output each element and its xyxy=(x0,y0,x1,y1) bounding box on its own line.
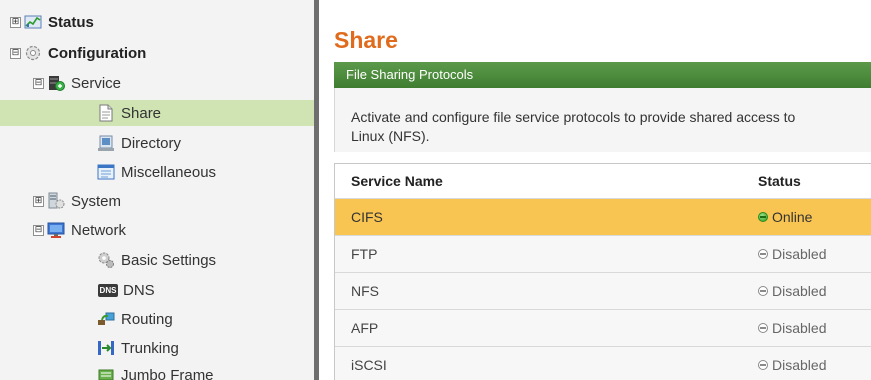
disabled-status-icon xyxy=(758,249,768,259)
table-row[interactable]: iSCSI Disabled xyxy=(335,347,871,380)
routing-icon xyxy=(97,310,115,328)
tree-item-dns[interactable]: DNS DNS xyxy=(0,277,314,303)
expand-toggle-status[interactable]: ⊞ xyxy=(10,17,21,28)
tree-item-trunking[interactable]: Trunking xyxy=(0,335,314,361)
tree-item-basic-settings[interactable]: Basic Settings xyxy=(0,247,314,273)
document-icon xyxy=(97,104,115,122)
tree-item-jumbo-frame[interactable]: Jumbo Frame xyxy=(0,362,314,380)
tree-item-service[interactable]: ⊟ Service xyxy=(0,70,314,96)
navigation-tree: ⊞ Status ⊟ Configuration ⊟ Service Share… xyxy=(0,0,314,380)
service-name-cell: iSCSI xyxy=(351,357,387,373)
gear-icon xyxy=(24,44,42,62)
monitor-icon xyxy=(47,221,65,239)
main-content: Share File Sharing Protocols Activate an… xyxy=(319,0,871,380)
expand-toggle-system[interactable]: ⊞ xyxy=(33,196,44,207)
status-cell: Online xyxy=(758,199,812,235)
service-icon xyxy=(47,74,65,92)
dns-icon: DNS xyxy=(97,281,119,299)
tree-label-system: System xyxy=(71,192,122,210)
tree-label-routing: Routing xyxy=(121,310,173,328)
status-text: Disabled xyxy=(772,246,827,262)
status-cell: Disabled xyxy=(758,310,826,346)
tree-item-miscellaneous[interactable]: Miscellaneous xyxy=(0,159,314,185)
collapse-toggle-network[interactable]: ⊟ xyxy=(33,225,44,236)
status-text: Disabled xyxy=(772,283,827,299)
service-table: Service Name Status CIFS Online FTP Disa… xyxy=(334,163,871,380)
table-row[interactable]: CIFS Online xyxy=(335,199,871,236)
collapse-toggle-configuration[interactable]: ⊟ xyxy=(10,48,21,59)
tree-label-status: Status xyxy=(48,13,94,31)
disabled-status-icon xyxy=(758,360,768,370)
status-cell: Disabled xyxy=(758,347,826,380)
table-header-row: Service Name Status xyxy=(335,164,871,199)
service-name-cell: CIFS xyxy=(351,209,383,225)
gears-icon xyxy=(97,251,115,269)
status-text: Disabled xyxy=(772,320,827,336)
tree-label-miscellaneous: Miscellaneous xyxy=(121,163,217,181)
tree-item-share[interactable]: Share xyxy=(0,100,314,126)
collapse-toggle-service[interactable]: ⊟ xyxy=(33,78,44,89)
tree-item-network[interactable]: ⊟ Network xyxy=(0,217,314,243)
status-cell: Disabled xyxy=(758,273,826,309)
system-icon xyxy=(47,192,65,210)
tree-label-configuration: Configuration xyxy=(48,44,147,62)
tree-label-directory: Directory xyxy=(121,134,182,152)
status-text: Online xyxy=(772,209,813,225)
table-row[interactable]: AFP Disabled xyxy=(335,310,871,347)
section-header: File Sharing Protocols xyxy=(334,62,871,88)
tree-item-system[interactable]: ⊞ System xyxy=(0,188,314,214)
tree-label-service: Service xyxy=(71,74,122,92)
directory-icon xyxy=(97,134,115,152)
trunking-icon xyxy=(97,339,115,357)
status-cell: Disabled xyxy=(758,236,826,272)
dns-icon-text: DNS xyxy=(97,283,119,297)
service-name-cell: FTP xyxy=(351,246,378,262)
page-title: Share xyxy=(334,27,398,53)
tree-item-directory[interactable]: Directory xyxy=(0,130,314,156)
window-icon xyxy=(97,163,115,181)
disabled-status-icon xyxy=(758,286,768,296)
tree-label-trunking: Trunking xyxy=(121,339,179,357)
online-status-icon xyxy=(758,212,768,222)
tree-label-jumbo-frame: Jumbo Frame xyxy=(121,366,214,380)
section-description: Activate and configure file service prot… xyxy=(334,88,871,152)
tree-item-status[interactable]: ⊞ Status xyxy=(0,9,314,35)
service-name-cell: NFS xyxy=(351,283,379,299)
tree-label-network: Network xyxy=(71,221,127,239)
tree-item-routing[interactable]: Routing xyxy=(0,306,314,332)
column-header-status[interactable]: Status xyxy=(758,164,801,198)
tree-label-dns: DNS xyxy=(123,281,155,299)
chart-icon xyxy=(24,13,42,31)
disabled-status-icon xyxy=(758,323,768,333)
jumbo-frame-icon xyxy=(97,366,115,380)
tree-label-basic-settings: Basic Settings xyxy=(121,251,217,269)
description-line: Activate and configure file service prot… xyxy=(351,109,796,125)
tree-label-share: Share xyxy=(121,104,162,122)
table-row[interactable]: NFS Disabled xyxy=(335,273,871,310)
tree-item-configuration[interactable]: ⊟ Configuration xyxy=(0,40,314,66)
service-name-cell: AFP xyxy=(351,320,379,336)
table-row[interactable]: FTP Disabled xyxy=(335,236,871,273)
description-line: Linux (NFS). xyxy=(351,128,430,144)
status-text: Disabled xyxy=(772,357,827,373)
column-header-service-name[interactable]: Service Name xyxy=(351,164,443,198)
